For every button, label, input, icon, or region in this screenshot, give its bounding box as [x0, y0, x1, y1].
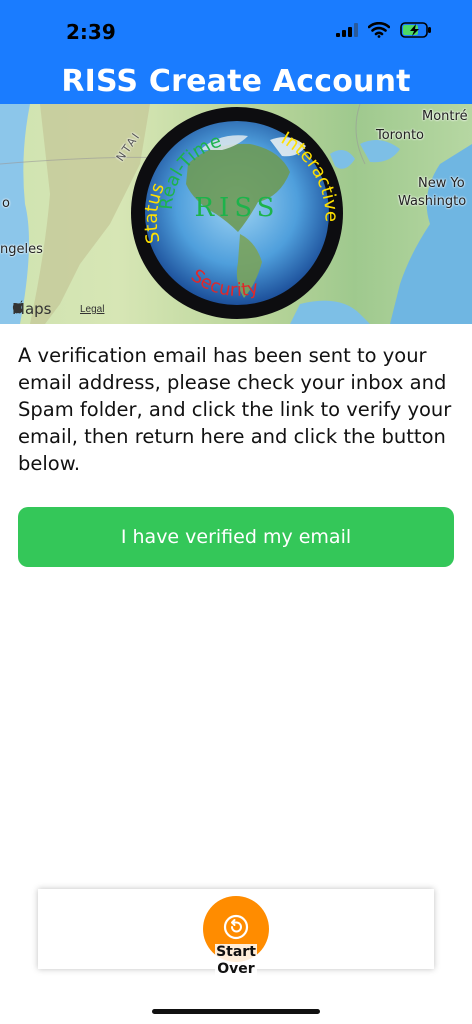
legal-link[interactable]: Legal [80, 304, 104, 315]
map-label-toronto: Toronto [376, 128, 424, 143]
header-bar: 2:39 RISS Create Account [0, 0, 472, 104]
riss-globe-logo: RISS Real-Time Interactive Status Securi… [131, 107, 343, 319]
map-label-new-york: New Yo [418, 176, 465, 191]
apple-maps-brand: Maps [12, 300, 51, 318]
home-indicator[interactable] [152, 1009, 320, 1014]
battery-charging-icon [400, 22, 431, 38]
map-label-los-angeles: ngeles [0, 242, 43, 257]
verification-message: A verification email has been sent to yo… [18, 344, 452, 475]
page-title: RISS Create Account [61, 64, 411, 99]
map-label-washington: Washingto [398, 194, 467, 209]
wifi-icon [368, 22, 390, 38]
start-over-label-line2: Over [217, 961, 255, 977]
undo-circle-icon [223, 914, 249, 940]
status-icons [336, 22, 432, 38]
start-over-label-line1: Start [216, 944, 256, 960]
status-time: 2:39 [66, 20, 116, 44]
map-label-to: o [2, 196, 10, 211]
logo-center-text: RISS [194, 193, 279, 223]
apple-logo-icon [12, 300, 23, 314]
verified-email-button[interactable]: I have verified my email [18, 507, 454, 567]
screen: 2:39 RISS Create Account Montré Toronto … [0, 0, 472, 1024]
map-label-montreal: Montré [422, 109, 468, 124]
start-over-label: Start Over [215, 944, 257, 978]
cellular-signal-icon [336, 23, 358, 37]
